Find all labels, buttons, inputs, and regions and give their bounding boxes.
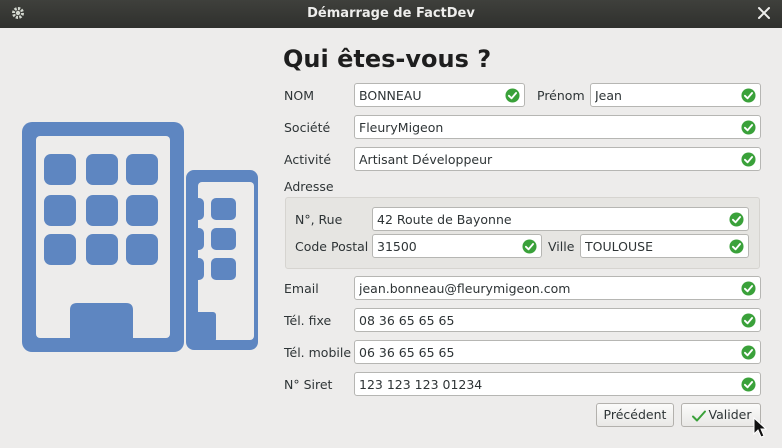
prenom-input[interactable] [595, 84, 736, 106]
prenom-field[interactable] [590, 83, 761, 107]
tel-fixe-field[interactable] [354, 308, 761, 332]
close-icon[interactable] [756, 5, 772, 21]
rue-label: N°, Rue [295, 212, 343, 227]
activite-input[interactable] [359, 148, 736, 170]
tel-mobile-field[interactable] [354, 340, 761, 364]
check-circle-icon [729, 212, 744, 227]
previous-button[interactable]: Précédent [596, 403, 674, 427]
validate-button[interactable]: Valider [681, 403, 761, 427]
siret-input[interactable] [359, 373, 736, 395]
title-bar: Démarrage de FactDev [0, 0, 782, 28]
validate-label: Valider [708, 407, 752, 422]
check-circle-icon [741, 377, 756, 392]
activite-label: Activité [284, 152, 332, 167]
mouse-pointer-icon [753, 417, 767, 438]
tel-mobile-label: Tél. mobile [284, 345, 352, 360]
societe-label: Société [284, 120, 331, 135]
nom-input[interactable] [359, 84, 500, 106]
check-circle-icon [505, 88, 520, 103]
nom-field[interactable] [354, 83, 525, 107]
rue-field[interactable] [372, 207, 749, 231]
email-input[interactable] [359, 277, 736, 299]
check-circle-icon [741, 313, 756, 328]
tel-fixe-label: Tél. fixe [284, 313, 332, 328]
societe-field[interactable] [354, 115, 761, 139]
email-field[interactable] [354, 276, 761, 300]
ville-field[interactable] [580, 234, 749, 258]
email-label: Email [284, 281, 319, 296]
siret-label: N° Siret [284, 377, 333, 392]
buildings-icon [22, 122, 258, 352]
nom-label: NOM [284, 88, 314, 103]
tel-fixe-input[interactable] [359, 309, 736, 331]
window-title: Démarrage de FactDev [307, 6, 475, 21]
check-circle-icon [741, 152, 756, 167]
check-circle-icon [741, 120, 756, 135]
check-circle-icon [741, 345, 756, 360]
page-title: Qui êtes-vous ? [283, 45, 492, 73]
tel-mobile-input[interactable] [359, 341, 736, 363]
adresse-label: Adresse [284, 179, 334, 194]
check-circle-icon [729, 239, 744, 254]
check-circle-icon [522, 239, 537, 254]
activite-field[interactable] [354, 147, 761, 171]
cp-input[interactable] [377, 235, 517, 257]
prenom-label: Prénom [537, 88, 585, 103]
check-icon [691, 410, 706, 421]
cp-field[interactable] [372, 234, 542, 258]
siret-field[interactable] [354, 372, 761, 396]
check-circle-icon [741, 88, 756, 103]
societe-input[interactable] [359, 116, 736, 138]
cp-label: Code Postal [295, 239, 369, 254]
check-circle-icon [741, 281, 756, 296]
ville-input[interactable] [585, 235, 724, 257]
ville-label: Ville [548, 239, 575, 254]
rue-input[interactable] [377, 208, 724, 230]
